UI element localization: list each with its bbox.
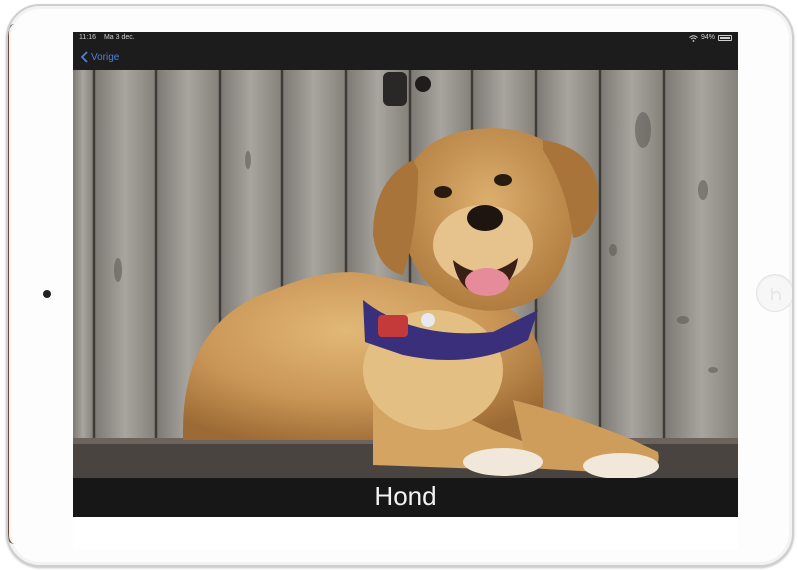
status-time: 11:16 xyxy=(79,34,96,41)
status-date: Ma 3 dec. xyxy=(103,34,135,41)
wifi-icon xyxy=(689,34,698,42)
dog-photo-illustration-icon xyxy=(73,70,738,478)
home-button[interactable] xyxy=(756,274,792,312)
back-button-label: Vorige xyxy=(91,51,120,63)
nav-bar: Vorige xyxy=(73,44,738,70)
chevron-left-icon xyxy=(81,51,88,63)
status-bar: 11:16 Ma 3 dec. 94% xyxy=(73,32,738,44)
screen-bottom-strip xyxy=(73,517,738,549)
photo-caption: Hond xyxy=(374,481,437,511)
battery-icon xyxy=(718,35,732,41)
home-button-glyph-icon xyxy=(771,288,781,300)
app-screen: 11:16 Ma 3 dec. 94% Vorige Hond xyxy=(73,32,738,517)
back-button[interactable]: Vorige xyxy=(81,51,119,63)
battery-percent: 94% xyxy=(700,34,715,41)
camera-icon xyxy=(43,290,51,298)
dog-photo xyxy=(73,70,738,478)
